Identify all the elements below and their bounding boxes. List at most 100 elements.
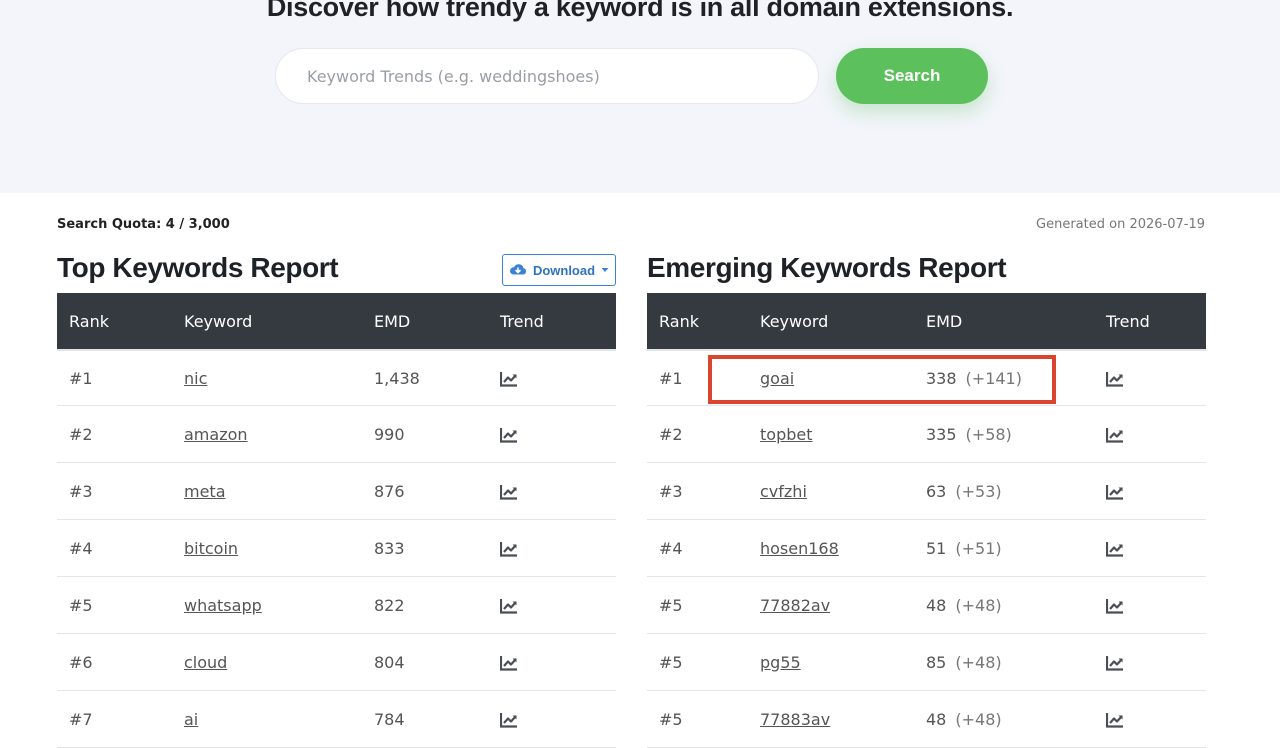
emd-value: 335 (926, 424, 957, 444)
rank-cell: #2 (659, 424, 683, 444)
rank-cell: #7 (69, 709, 93, 729)
emd-value: 822 (374, 595, 405, 615)
rank-cell: #4 (659, 538, 683, 558)
keyword-link[interactable]: pg55 (760, 653, 801, 672)
rank-cell: #5 (659, 595, 683, 615)
emd-cell: 338 (+141) (926, 369, 1106, 388)
emd-value: 876 (374, 481, 405, 501)
keyword-link[interactable]: amazon (184, 425, 248, 444)
emd-value: 804 (374, 652, 405, 672)
rank-cell: #5 (69, 595, 93, 615)
keyword-link[interactable]: hosen168 (760, 539, 839, 558)
line-chart-icon[interactable] (1105, 712, 1124, 728)
rank-cell: #6 (69, 652, 93, 672)
line-chart-icon[interactable] (1105, 598, 1124, 614)
table-header: Rank Keyword EMD Trend (647, 293, 1206, 349)
generated-date: Generated on 2026-07-19 (1036, 217, 1205, 232)
rank-cell: #1 (69, 368, 93, 388)
emerging-keywords-table: Rank Keyword EMD Trend #1 goai 338 (+141) #2… (647, 293, 1206, 748)
column-header-emd: EMD (926, 311, 963, 331)
column-header-keyword: Keyword (184, 311, 253, 331)
keyword-link[interactable]: cvfzhi (760, 482, 807, 501)
emd-cell: 804 (374, 653, 500, 672)
download-button[interactable]: Download (502, 254, 616, 286)
table-row: #5 77883av 48 (+48) (647, 691, 1206, 748)
keyword-link[interactable]: bitcoin (184, 539, 238, 558)
trend-cell (1105, 482, 1206, 501)
trend-cell (499, 653, 616, 672)
keyword-link[interactable]: ai (184, 710, 198, 729)
line-chart-icon[interactable] (499, 427, 518, 443)
line-chart-icon[interactable] (499, 371, 518, 387)
rank-cell: #5 (659, 652, 683, 672)
emd-delta: (+48) (955, 652, 1002, 672)
trend-cell (499, 425, 616, 444)
keyword-cell: bitcoin (184, 539, 374, 558)
emd-cell: 85 (+48) (926, 653, 1106, 672)
emd-cell: 876 (374, 482, 500, 501)
emerging-keywords-report: Emerging Keywords Report Rank Keyword EM… (647, 250, 1206, 748)
keyword-search-input[interactable] (275, 48, 819, 104)
column-header-trend: Trend (1106, 311, 1150, 331)
trend-cell (499, 539, 616, 558)
cloud-download-icon (509, 263, 527, 277)
top-keywords-table: Rank Keyword EMD Trend #1 nic 1,438 #2 amazo… (57, 293, 616, 748)
keyword-link[interactable]: nic (184, 369, 207, 388)
top-keywords-report: Top Keywords Report Download Rank Keywor… (57, 250, 616, 748)
table-row: #1 nic 1,438 (57, 349, 616, 406)
trend-cell (1105, 596, 1206, 615)
search-button[interactable]: Search (836, 48, 988, 104)
emd-cell: 335 (+58) (926, 425, 1106, 444)
keyword-cell: pg55 (760, 653, 926, 672)
hero-title: Discover how trendy a keyword is in all … (266, 0, 1014, 22)
keyword-cell: 77883av (760, 710, 926, 729)
emd-delta: (+48) (955, 595, 1002, 615)
column-header-rank: Rank (659, 311, 699, 331)
keyword-cell: hosen168 (760, 539, 926, 558)
keyword-link[interactable]: 77882av (760, 596, 830, 615)
line-chart-icon[interactable] (499, 541, 518, 557)
emd-cell: 833 (374, 539, 500, 558)
emd-delta: (+48) (955, 709, 1002, 729)
keyword-link[interactable]: topbet (760, 425, 813, 444)
table-header: Rank Keyword EMD Trend (57, 293, 616, 349)
keyword-link[interactable]: meta (184, 482, 226, 501)
keyword-cell: cloud (184, 653, 374, 672)
keyword-cell: ai (184, 710, 374, 729)
table-row: #2 amazon 990 (57, 406, 616, 463)
emd-delta: (+53) (955, 481, 1002, 501)
emd-cell: 822 (374, 596, 500, 615)
line-chart-icon[interactable] (1105, 371, 1124, 387)
line-chart-icon[interactable] (499, 484, 518, 500)
table-row: #4 hosen168 51 (+51) (647, 520, 1206, 577)
table-row: #1 goai 338 (+141) (647, 349, 1206, 406)
emd-value: 1,438 (374, 368, 420, 388)
keyword-link[interactable]: cloud (184, 653, 227, 672)
keyword-cell: cvfzhi (760, 482, 926, 501)
emd-delta: (+58) (965, 424, 1012, 444)
line-chart-icon[interactable] (499, 712, 518, 728)
column-header-trend: Trend (500, 311, 544, 331)
trend-cell (499, 369, 616, 388)
emd-value: 63 (926, 481, 947, 501)
trend-cell (499, 710, 616, 729)
line-chart-icon[interactable] (499, 655, 518, 671)
keyword-link[interactable]: goai (760, 369, 794, 388)
search-quota: Search Quota: 4 / 3,000 (57, 217, 230, 232)
keyword-cell: whatsapp (184, 596, 374, 615)
line-chart-icon[interactable] (1105, 655, 1124, 671)
trend-cell (499, 482, 616, 501)
line-chart-icon[interactable] (499, 598, 518, 614)
line-chart-icon[interactable] (1105, 427, 1124, 443)
rank-cell: #4 (69, 538, 93, 558)
rank-cell: #1 (659, 368, 683, 388)
keyword-link[interactable]: 77883av (760, 710, 830, 729)
emerging-keywords-title: Emerging Keywords Report (647, 252, 1007, 283)
rank-cell: #3 (659, 481, 683, 501)
column-header-rank: Rank (69, 311, 109, 331)
trend-cell (1105, 425, 1206, 444)
keyword-link[interactable]: whatsapp (184, 596, 262, 615)
line-chart-icon[interactable] (1105, 541, 1124, 557)
line-chart-icon[interactable] (1105, 484, 1124, 500)
emd-value: 85 (926, 652, 947, 672)
